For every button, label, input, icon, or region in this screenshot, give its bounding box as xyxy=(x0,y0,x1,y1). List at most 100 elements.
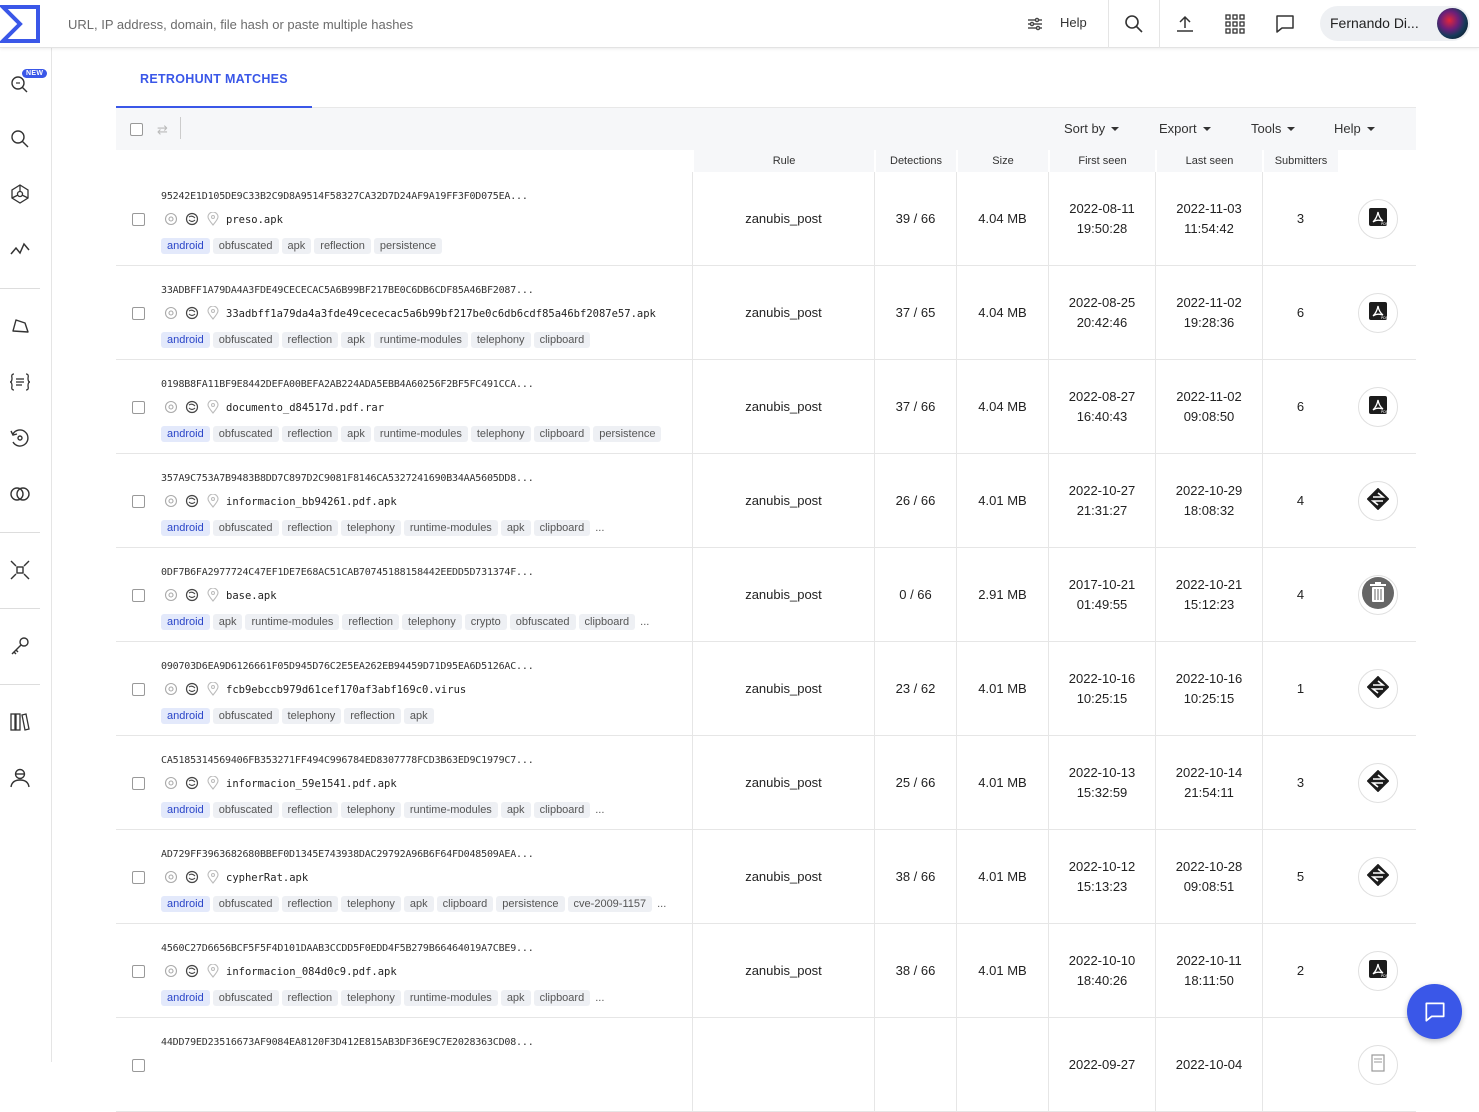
table-row[interactable]: 95242E1D105DE9C33B2C9D8A9514F58327CA32D7… xyxy=(116,172,1416,266)
collections-icon[interactable] xyxy=(8,558,32,582)
tag[interactable]: telephony xyxy=(341,990,401,1006)
tag[interactable]: android xyxy=(161,802,210,818)
tag[interactable]: apk xyxy=(341,332,371,348)
filter-settings-icon[interactable] xyxy=(1023,12,1047,36)
tag[interactable]: clipboard xyxy=(533,426,591,442)
tag[interactable]: obfuscated xyxy=(212,802,279,818)
tag[interactable]: telephony xyxy=(341,520,401,536)
tag[interactable]: apk xyxy=(500,802,531,818)
tag[interactable]: reflection xyxy=(281,332,339,348)
tag[interactable]: runtime-modules xyxy=(403,520,498,536)
user-menu[interactable]: Fernando Di... xyxy=(1320,6,1470,41)
logo-icon[interactable] xyxy=(0,5,42,43)
tag[interactable]: android xyxy=(161,238,210,254)
tag[interactable]: clipboard xyxy=(533,802,591,818)
more-tags[interactable]: ... xyxy=(595,522,604,534)
file-type-button[interactable] xyxy=(1358,669,1398,709)
search-icon[interactable] xyxy=(8,127,32,151)
select-all-checkbox[interactable] xyxy=(130,123,143,136)
rule-cell[interactable]: zanubis_post xyxy=(692,454,874,547)
yara-rules-icon[interactable] xyxy=(8,370,32,394)
table-row[interactable]: 4560C27D6656BCF5F5F4D101DAAB3CCDD5F0EDD4… xyxy=(116,924,1416,1018)
rule-cell[interactable]: zanubis_post xyxy=(692,360,874,453)
chat-support-button[interactable] xyxy=(1407,984,1462,1039)
tag[interactable]: telephony xyxy=(402,614,462,630)
file-hash[interactable]: CA5185314569406FB353271FF494C996784ED830… xyxy=(161,755,534,766)
help-menu[interactable]: Help xyxy=(1334,121,1375,136)
tag[interactable]: android xyxy=(161,708,210,724)
tag[interactable]: obfuscated xyxy=(212,708,279,724)
tag[interactable]: reflection xyxy=(342,614,400,630)
more-tags[interactable]: ... xyxy=(595,804,604,816)
chat-icon[interactable] xyxy=(1273,12,1297,36)
help-link[interactable]: Help xyxy=(1060,15,1087,30)
tab-retrohunt-matches[interactable]: RETROHUNT MATCHES xyxy=(116,58,312,108)
file-hash[interactable]: 0198B8FA11BF9E8442DEFA00BEFA2AB224ADA5EB… xyxy=(161,379,534,390)
more-tags[interactable]: ... xyxy=(657,898,666,910)
detections-cell[interactable]: 26 / 66 xyxy=(874,454,956,547)
table-row[interactable]: 0DF7B6FA2977724C47EF1DE7E68AC51CAB707451… xyxy=(116,548,1416,642)
row-checkbox[interactable] xyxy=(132,401,145,414)
more-tags[interactable]: ... xyxy=(595,992,604,1004)
row-checkbox[interactable] xyxy=(132,495,145,508)
tag[interactable]: reflection xyxy=(281,802,339,818)
column-size[interactable]: Size xyxy=(958,150,1048,172)
detections-cell[interactable]: 39 / 66 xyxy=(874,172,956,265)
tag[interactable]: apk xyxy=(281,238,312,254)
file-type-button[interactable] xyxy=(1358,763,1398,803)
file-hash[interactable]: 0DF7B6FA2977724C47EF1DE7E68AC51CAB707451… xyxy=(161,567,534,578)
row-checkbox[interactable] xyxy=(132,965,145,978)
more-tags[interactable]: ... xyxy=(640,616,649,628)
file-hash[interactable]: 357A9C753A7B9483B8DD7C897D2C9081F8146CA5… xyxy=(161,473,534,484)
file-type-button[interactable]: PDF xyxy=(1358,293,1398,333)
trends-icon[interactable] xyxy=(8,238,32,262)
row-checkbox[interactable] xyxy=(132,871,145,884)
tag[interactable]: runtime-modules xyxy=(373,426,468,442)
tag[interactable]: reflection xyxy=(281,990,339,1006)
graph-network-icon[interactable] xyxy=(8,182,32,206)
tag[interactable]: clipboard xyxy=(436,896,494,912)
detections-cell[interactable]: 38 / 66 xyxy=(874,830,956,923)
rule-cell[interactable]: zanubis_post xyxy=(692,266,874,359)
apps-grid-icon[interactable] xyxy=(1223,12,1247,36)
file-hash[interactable]: AD729FF3963682680BBEF0D1345E743938DAC297… xyxy=(161,849,534,860)
table-row[interactable]: 0198B8FA11BF9E8442DEFA00BEFA2AB224ADA5EB… xyxy=(116,360,1416,454)
file-type-button[interactable]: PDF xyxy=(1358,951,1398,991)
row-checkbox[interactable] xyxy=(132,589,145,602)
table-row[interactable]: CA5185314569406FB353271FF494C996784ED830… xyxy=(116,736,1416,830)
tag[interactable]: crypto xyxy=(464,614,507,630)
detections-cell[interactable]: 37 / 66 xyxy=(874,360,956,453)
tag[interactable]: persistence xyxy=(593,426,662,442)
rule-cell[interactable]: zanubis_post xyxy=(692,736,874,829)
tag[interactable]: android xyxy=(161,896,210,912)
diff-icon[interactable] xyxy=(8,482,32,506)
tag[interactable]: reflection xyxy=(344,708,401,724)
file-type-button[interactable] xyxy=(1358,1045,1398,1085)
tag[interactable]: clipboard xyxy=(533,520,591,536)
upload-icon[interactable] xyxy=(1173,12,1197,36)
tag[interactable]: reflection xyxy=(281,520,339,536)
tag[interactable]: apk xyxy=(403,708,434,724)
tag[interactable]: apk xyxy=(212,614,243,630)
file-type-button[interactable]: PDF xyxy=(1358,387,1398,427)
detections-cell[interactable]: 37 / 65 xyxy=(874,266,956,359)
swap-icon[interactable]: ⇄ xyxy=(157,122,168,138)
rule-cell[interactable]: zanubis_post xyxy=(692,548,874,641)
table-row[interactable]: 357A9C753A7B9483B8DD7C897D2C9081F8146CA5… xyxy=(116,454,1416,548)
sort-by-menu[interactable]: Sort by xyxy=(1064,121,1120,136)
detections-cell[interactable] xyxy=(874,1018,956,1111)
tag[interactable]: reflection xyxy=(281,426,339,442)
detections-cell[interactable]: 38 / 66 xyxy=(874,924,956,1017)
rule-cell[interactable]: zanubis_post xyxy=(692,172,874,265)
tag[interactable]: runtime-modules xyxy=(245,614,340,630)
tag[interactable]: reflection xyxy=(314,238,371,254)
tag[interactable]: obfuscated xyxy=(212,520,279,536)
tag[interactable]: android xyxy=(161,520,210,536)
library-icon[interactable] xyxy=(8,710,32,734)
tools-menu[interactable]: Tools xyxy=(1251,121,1296,136)
detections-cell[interactable]: 0 / 66 xyxy=(874,548,956,641)
tag[interactable]: obfuscated xyxy=(212,990,279,1006)
row-checkbox[interactable] xyxy=(132,777,145,790)
tag[interactable]: apk xyxy=(500,990,531,1006)
rule-cell[interactable]: zanubis_post xyxy=(692,642,874,735)
